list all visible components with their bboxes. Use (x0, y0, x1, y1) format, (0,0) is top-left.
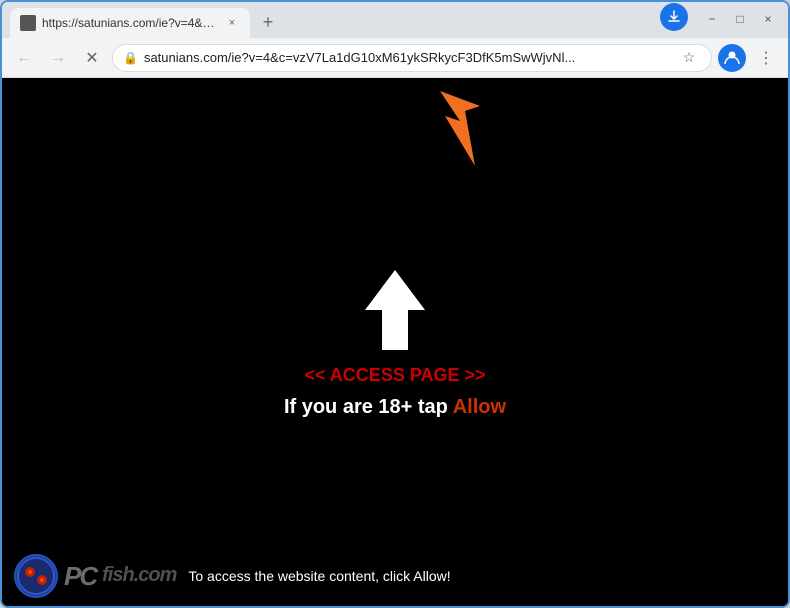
white-arrow-container (360, 265, 430, 355)
url-text: satunians.com/ie?v=4&c=vzV7La1dG10xM61yk… (144, 50, 671, 65)
profile-button[interactable] (718, 44, 746, 72)
allow-word: Allow (453, 396, 506, 418)
address-right-icons: ☆ (677, 46, 701, 70)
white-up-arrow (360, 265, 430, 355)
minimize-button[interactable]: − (700, 9, 724, 29)
main-message-prefix: If you are 18+ tap (284, 396, 453, 418)
tab-title: https://satunians.com/ie?v=4&c=... (42, 16, 218, 30)
reload-button[interactable]: ✕ (78, 44, 106, 72)
window-controls: − □ × (660, 3, 780, 38)
new-tab-button[interactable]: + (254, 8, 282, 36)
download-button[interactable] (660, 3, 688, 31)
maximize-button[interactable]: □ (728, 9, 752, 29)
forward-button[interactable]: → (44, 44, 72, 72)
main-message: If you are 18+ tap Allow (284, 396, 506, 419)
menu-button[interactable]: ⋮ (752, 44, 780, 72)
pcfish-logo: PC fish.com (14, 554, 176, 598)
address-input[interactable]: 🔒 satunians.com/ie?v=4&c=vzV7La1dG10xM61… (112, 44, 712, 72)
browser-window: https://satunians.com/ie?v=4&c=... × + −… (0, 0, 790, 608)
window-close-button[interactable]: × (756, 9, 780, 29)
bottom-banner: PC fish.com To access the website conten… (2, 546, 788, 606)
address-bar: ← → ✕ 🔒 satunians.com/ie?v=4&c=vzV7La1dG… (2, 38, 788, 78)
tab-favicon (20, 15, 36, 31)
tab-close-button[interactable]: × (224, 15, 240, 31)
logo-ball (14, 554, 58, 598)
banner-message: To access the website content, click All… (188, 568, 776, 584)
tab-bar: https://satunians.com/ie?v=4&c=... × + −… (2, 2, 788, 38)
active-tab[interactable]: https://satunians.com/ie?v=4&c=... × (10, 8, 250, 38)
page-content: << ACCESS PAGE >> If you are 18+ tap All… (2, 78, 788, 606)
lock-icon: 🔒 (123, 51, 138, 65)
back-button[interactable]: ← (10, 44, 38, 72)
orange-arrow-indicator (425, 86, 505, 181)
access-page-text: << ACCESS PAGE >> (304, 365, 485, 386)
bookmark-icon[interactable]: ☆ (677, 46, 701, 70)
